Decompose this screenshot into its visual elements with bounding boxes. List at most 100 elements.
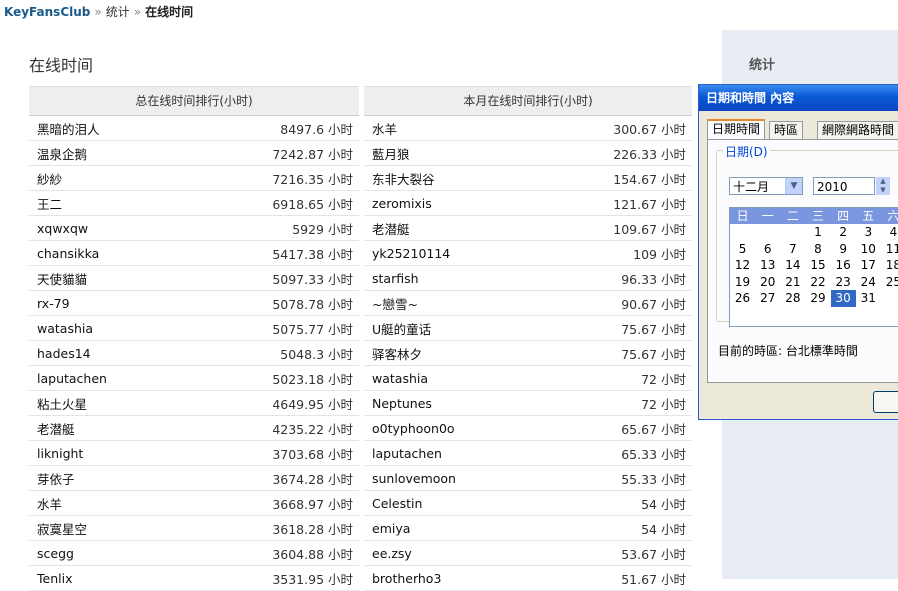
calendar-day[interactable]: 25 bbox=[881, 274, 898, 291]
user-name-link[interactable]: hades14 bbox=[37, 346, 91, 361]
online-hours: 3703.68 小时 bbox=[272, 446, 353, 462]
calendar-day[interactable]: 21 bbox=[780, 274, 805, 291]
calendar-day[interactable]: 22 bbox=[805, 274, 830, 291]
user-name-link[interactable]: ~戀雪~ bbox=[372, 294, 418, 313]
online-hours: 154.67 小时 bbox=[613, 171, 686, 187]
user-name-link[interactable]: brotherho3 bbox=[372, 571, 441, 586]
user-name-link[interactable]: ee.zsy bbox=[372, 546, 412, 561]
calendar-day[interactable]: 28 bbox=[780, 290, 805, 307]
user-name-link[interactable]: laputachen bbox=[37, 371, 107, 386]
user-name-link[interactable]: rx-79 bbox=[37, 296, 70, 311]
user-name-link[interactable]: chansikka bbox=[37, 246, 99, 261]
calendar-day[interactable]: 19 bbox=[730, 274, 755, 291]
user-name-link[interactable]: 紗紗 bbox=[37, 169, 62, 188]
user-name-link[interactable]: watashia bbox=[372, 371, 428, 386]
calendar-blank bbox=[730, 224, 755, 241]
calendar-day[interactable]: 17 bbox=[856, 257, 881, 274]
user-name-link[interactable]: 温泉企鹅 bbox=[37, 144, 87, 163]
calendar-day[interactable]: 23 bbox=[831, 274, 856, 291]
date-group: 日期(D) 十二月 ▼ 2010 ▲ ▼ 日一二三四五六 12345678910… bbox=[716, 143, 898, 327]
calendar-day[interactable]: 6 bbox=[755, 241, 780, 258]
calendar-day[interactable]: 3 bbox=[856, 224, 881, 241]
calendar-day[interactable]: 8 bbox=[805, 241, 830, 258]
chevron-down-icon[interactable]: ▼ bbox=[785, 178, 802, 194]
user-name-link[interactable]: 藍月狼 bbox=[372, 144, 410, 163]
dialog-titlebar[interactable]: 日期和時間 內容 bbox=[699, 85, 898, 111]
year-input[interactable]: 2010 bbox=[813, 177, 875, 195]
tab-timezone[interactable]: 時區 bbox=[769, 121, 804, 139]
online-hours: 3604.88 小时 bbox=[272, 546, 353, 562]
weekday-label: 五 bbox=[862, 209, 875, 223]
table-body: 水羊 300.67 小时 藍月狼 226.33 小时 东非大裂谷 154.67 小时 zer… bbox=[364, 116, 692, 591]
user-name-link[interactable]: 寂寞星空 bbox=[37, 519, 87, 538]
tab-internet-time[interactable]: 網際網路時間 bbox=[817, 121, 898, 139]
calendar-day[interactable]: 4 bbox=[881, 224, 898, 241]
calendar-day[interactable]: 10 bbox=[856, 241, 881, 258]
user-name-link[interactable]: starfish bbox=[372, 271, 419, 286]
user-name-link[interactable]: 驿客林夕 bbox=[372, 344, 422, 363]
user-name-link[interactable]: 王二 bbox=[37, 194, 62, 213]
calendar-day[interactable]: 29 bbox=[805, 290, 830, 307]
user-name-link[interactable]: watashia bbox=[37, 321, 93, 336]
calendar-day[interactable]: 16 bbox=[831, 257, 856, 274]
user-name-link[interactable]: Tenlix bbox=[37, 571, 72, 586]
ok-button[interactable] bbox=[873, 391, 898, 413]
user-name-link[interactable]: 粘土火星 bbox=[37, 394, 87, 413]
calendar-day[interactable]: 12 bbox=[730, 257, 755, 274]
user-name-link[interactable]: 老潜艇 bbox=[372, 219, 410, 238]
calendar-day[interactable]: 5 bbox=[730, 241, 755, 258]
user-name-link[interactable]: Neptunes bbox=[372, 396, 432, 411]
table-row: 紗紗 7216.35 小时 bbox=[29, 166, 359, 191]
user-name-link[interactable]: 芽依子 bbox=[37, 469, 75, 488]
user-name-link[interactable]: yk25210114 bbox=[372, 246, 450, 261]
table-row: Neptunes 72 小时 bbox=[364, 391, 692, 416]
tab-datetime[interactable]: 日期時間 bbox=[707, 119, 766, 141]
calendar-day[interactable]: 20 bbox=[755, 274, 780, 291]
calendar: 日一二三四五六 12345678910111213141516171819202… bbox=[729, 207, 898, 327]
calendar-day[interactable]: 15 bbox=[805, 257, 830, 274]
online-hours: 121.67 小时 bbox=[613, 196, 686, 212]
online-hours: 75.67 小时 bbox=[621, 321, 686, 337]
user-name-link[interactable]: emiya bbox=[372, 521, 410, 536]
calendar-day[interactable]: 18 bbox=[881, 257, 898, 274]
spin-down-icon[interactable]: ▼ bbox=[876, 186, 890, 195]
user-name-link[interactable]: 天使貓貓 bbox=[37, 269, 87, 288]
calendar-day[interactable]: 2 bbox=[831, 224, 856, 241]
user-name-link[interactable]: o0typhoon0o bbox=[372, 421, 455, 436]
online-hours: 5929 小时 bbox=[292, 221, 353, 237]
user-name-link[interactable]: 黑暗的泪人 bbox=[37, 119, 100, 138]
user-name-link[interactable]: xqwxqw bbox=[37, 221, 88, 236]
month-select[interactable]: 十二月 ▼ bbox=[729, 177, 803, 195]
spin-up-icon[interactable]: ▲ bbox=[876, 177, 890, 186]
user-name-link[interactable]: zeromixis bbox=[372, 196, 432, 211]
user-name-link[interactable]: U艇的童话 bbox=[372, 319, 431, 338]
user-name-link[interactable]: 老潜艇 bbox=[37, 419, 75, 438]
calendar-day[interactable]: 24 bbox=[856, 274, 881, 291]
total-online-table: 总在线时间排行(小时) 黑暗的泪人 8497.6 小时 温泉企鹅 7242.87 小时… bbox=[29, 86, 359, 591]
user-name-link[interactable]: 东非大裂谷 bbox=[372, 169, 435, 188]
calendar-day[interactable]: 26 bbox=[730, 290, 755, 307]
breadcrumb-section-link[interactable]: 统计 bbox=[106, 5, 130, 19]
calendar-day[interactable]: 13 bbox=[755, 257, 780, 274]
calendar-day[interactable]: 1 bbox=[805, 224, 830, 241]
calendar-day[interactable]: 9 bbox=[831, 241, 856, 258]
calendar-day[interactable]: 30 bbox=[830, 290, 856, 307]
breadcrumb: KeyFansClub» 统计» 在线时间 bbox=[4, 4, 193, 20]
table-row: watashia 72 小时 bbox=[364, 366, 692, 391]
calendar-day[interactable]: 11 bbox=[881, 241, 898, 258]
online-hours: 54 小时 bbox=[641, 496, 686, 512]
user-name-link[interactable]: 水羊 bbox=[372, 119, 397, 138]
year-spinner[interactable]: ▲ ▼ bbox=[876, 177, 890, 195]
user-name-link[interactable]: scegg bbox=[37, 546, 74, 561]
breadcrumb-site-link[interactable]: KeyFansClub bbox=[4, 5, 90, 19]
calendar-day[interactable]: 7 bbox=[780, 241, 805, 258]
user-name-link[interactable]: Celestin bbox=[372, 496, 422, 511]
user-name-link[interactable]: 水羊 bbox=[37, 494, 62, 513]
user-name-link[interactable]: laputachen bbox=[372, 446, 442, 461]
user-name-link[interactable]: sunlovemoon bbox=[372, 471, 456, 486]
calendar-day[interactable]: 14 bbox=[780, 257, 805, 274]
weekday-label: 一 bbox=[761, 209, 774, 223]
calendar-day[interactable]: 31 bbox=[856, 290, 881, 307]
calendar-day[interactable]: 27 bbox=[755, 290, 780, 307]
user-name-link[interactable]: liknight bbox=[37, 446, 83, 461]
